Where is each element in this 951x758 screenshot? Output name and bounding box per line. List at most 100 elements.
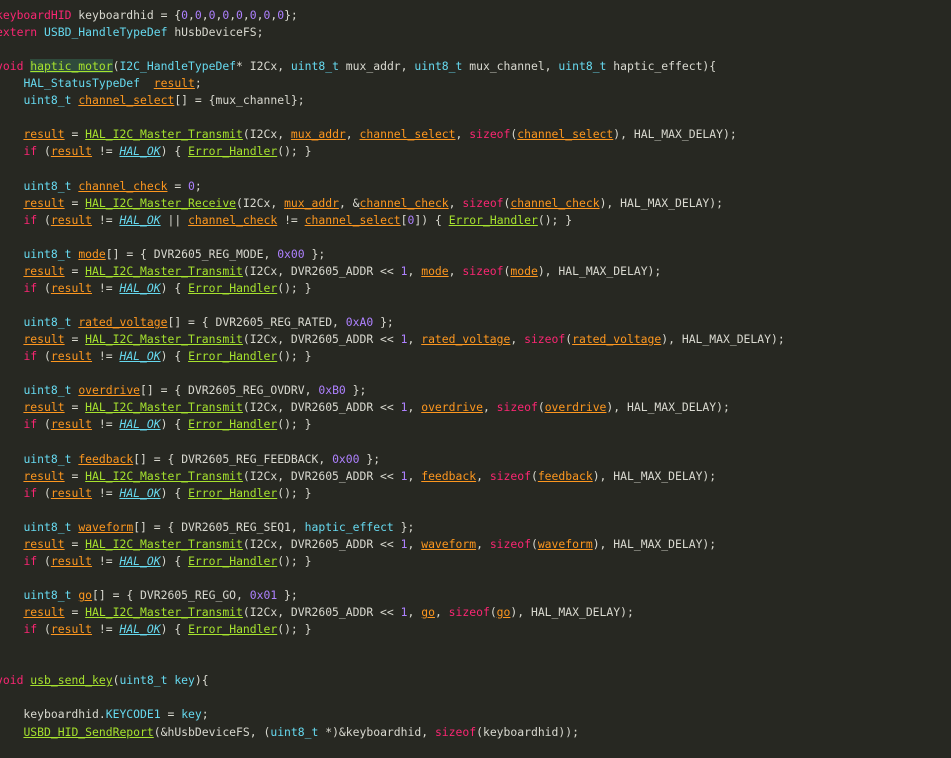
code-line[interactable]: HAL_StatusTypeDef result;	[0, 75, 201, 92]
code-token: mux_addr	[290, 127, 346, 142]
code-line[interactable]: uint8_t waveform[] = { DVR2605_REG_SEQ1,…	[0, 519, 414, 536]
code-line[interactable]: result = HAL_I2C_Master_Transmit(I2Cx, D…	[0, 263, 661, 280]
code-token: result	[50, 349, 93, 364]
code-token: HAL_OK	[119, 622, 161, 637]
code-token: ){	[194, 673, 209, 688]
code-editor[interactable]: keyboardHID keyboardhid = {0,0,0,0,0,0,0…	[0, 0, 951, 758]
code-line[interactable]: if (result != HAL_OK) { Error_Handler();…	[0, 143, 311, 160]
code-line[interactable]: extern USBD_HandleTypeDef hUsbDeviceFS;	[0, 24, 263, 41]
code-token: rated_voltage	[421, 332, 511, 347]
code-token: (I2Cx, DVR2605_ADDR <<	[242, 263, 401, 278]
code-line[interactable]: uint8_t channel_select[] = {mux_channel}…	[0, 92, 304, 109]
code-token: uint8_t	[23, 519, 72, 534]
code-line[interactable]: uint8_t channel_check = 0;	[0, 178, 201, 195]
code-token: 0	[249, 8, 257, 22]
code-token: ;	[201, 707, 209, 722]
code-token: (); }	[277, 280, 312, 295]
code-token: overdrive	[78, 383, 141, 398]
code-token: 0	[194, 8, 202, 22]
code-token: 0x00	[277, 246, 305, 261]
code-token: 1	[400, 536, 408, 551]
code-token: !=	[92, 144, 120, 159]
code-line[interactable]: uint8_t overdrive[] = { DVR2605_REG_OVDR…	[0, 382, 366, 399]
code-token: !=	[92, 622, 120, 637]
code-token: 0x01	[249, 588, 278, 603]
code-token: !=	[92, 212, 120, 227]
code-token: uint8_t	[23, 315, 72, 330]
code-token: result	[50, 280, 93, 295]
code-token: =	[64, 468, 86, 483]
code-line[interactable]: uint8_t go[] = { DVR2605_REG_GO, 0x01 };	[0, 587, 297, 604]
code-token: sizeof	[489, 536, 531, 551]
code-token: HAL_OK	[119, 144, 161, 159]
code-token: (I2Cx, DVR2605_ADDR <<	[242, 605, 401, 620]
code-token: sizeof	[434, 724, 477, 739]
code-token: HAL_OK	[119, 485, 161, 500]
code-token: sizeof	[496, 400, 538, 415]
code-line[interactable]: result = HAL_I2C_Master_Transmit(I2Cx, m…	[0, 126, 737, 143]
code-line[interactable]: void haptic_motor(I2C_HandleTypeDef* I2C…	[0, 58, 716, 75]
code-token: (); }	[537, 212, 573, 227]
code-line[interactable]: uint8_t feedback[] = { DVR2605_REG_FEEDB…	[0, 451, 380, 468]
code-token: 1	[400, 468, 408, 483]
code-line[interactable]: if (result != HAL_OK) { Error_Handler();…	[0, 348, 311, 365]
code-line[interactable]: result = HAL_I2C_Master_Transmit(I2Cx, D…	[0, 399, 729, 416]
code-token: ) {	[160, 622, 189, 637]
code-line[interactable]: if (result != HAL_OK) { Error_Handler();…	[0, 280, 312, 297]
code-token: =	[64, 195, 86, 210]
code-line[interactable]: keyboardhid.KEYCODE1 = key;	[0, 706, 209, 723]
code-token: (	[530, 468, 538, 483]
code-token: channel_check	[510, 195, 600, 210]
code-token: USBD_HandleTypeDef	[44, 25, 168, 40]
code-token: (I2Cx,	[242, 127, 291, 142]
code-line[interactable]: if (result != HAL_OK) { Error_Handler();…	[0, 485, 311, 502]
code-line[interactable]: result = HAL_I2C_Master_Transmit(I2Cx, D…	[0, 604, 633, 621]
code-line[interactable]: if (result != HAL_OK) { Error_Handler();…	[0, 416, 311, 433]
code-line[interactable]: if (result != HAL_OK) { Error_Handler();…	[0, 553, 311, 570]
code-line[interactable]: if (result != HAL_OK || channel_check !=…	[0, 212, 572, 229]
code-token: result	[23, 195, 65, 210]
code-line[interactable]: keyboardHID keyboardhid = {0,0,0,0,0,0,0…	[0, 7, 298, 24]
code-token: result	[23, 263, 65, 278]
code-token: usb_send_key	[30, 673, 113, 688]
code-line[interactable]: result = HAL_I2C_Master_Transmit(I2Cx, D…	[0, 331, 784, 348]
code-token: *)&keyboardhid,	[318, 724, 435, 739]
code-token: Error_Handler	[448, 212, 538, 227]
code-token: result	[23, 127, 65, 142]
code-token: (); }	[277, 622, 312, 637]
code-token: mux_channel,	[462, 59, 559, 74]
code-line[interactable]: result = HAL_I2C_Master_Receive(I2Cx, mu…	[0, 195, 723, 212]
code-token: mode	[78, 246, 106, 261]
code-line[interactable]: void usb_send_key(uint8_t key){	[0, 672, 209, 689]
code-token: ), HAL_MAX_DELAY);	[613, 127, 737, 142]
code-token: [] = { DVR2605_REG_GO,	[92, 588, 250, 603]
code-token: waveform	[537, 536, 593, 551]
code-line[interactable]: USBD_HID_SendReport(&hUsbDeviceFS, (uint…	[0, 724, 579, 741]
code-token: sizeof	[462, 263, 504, 278]
code-token: Error_Handler	[188, 485, 278, 500]
code-token: KEYCODE1	[105, 707, 161, 722]
code-token: (keyboardhid));	[476, 724, 579, 739]
code-line[interactable]: if (result != HAL_OK) { Error_Handler();…	[0, 621, 312, 638]
code-token: keyboardhid.	[0, 707, 106, 722]
code-token: ) {	[160, 485, 189, 500]
code-line[interactable]: uint8_t mode[] = { DVR2605_REG_MODE, 0x0…	[0, 246, 325, 263]
code-line[interactable]: result = HAL_I2C_Master_Transmit(I2Cx, D…	[0, 468, 716, 485]
code-token: go	[496, 605, 511, 620]
code-token: sizeof	[462, 195, 504, 210]
code-token: feedback	[78, 451, 134, 466]
code-token: =	[167, 178, 189, 193]
code-token: HAL_I2C_Master_Transmit	[85, 468, 243, 483]
code-token: result	[23, 605, 65, 620]
code-token: result	[50, 553, 93, 568]
code-token: if	[23, 553, 38, 568]
code-token: !=	[92, 485, 120, 500]
code-line[interactable]: uint8_t rated_voltage[] = { DVR2605_REG_…	[0, 314, 393, 331]
code-line[interactable]: result = HAL_I2C_Master_Transmit(I2Cx, D…	[0, 536, 716, 553]
